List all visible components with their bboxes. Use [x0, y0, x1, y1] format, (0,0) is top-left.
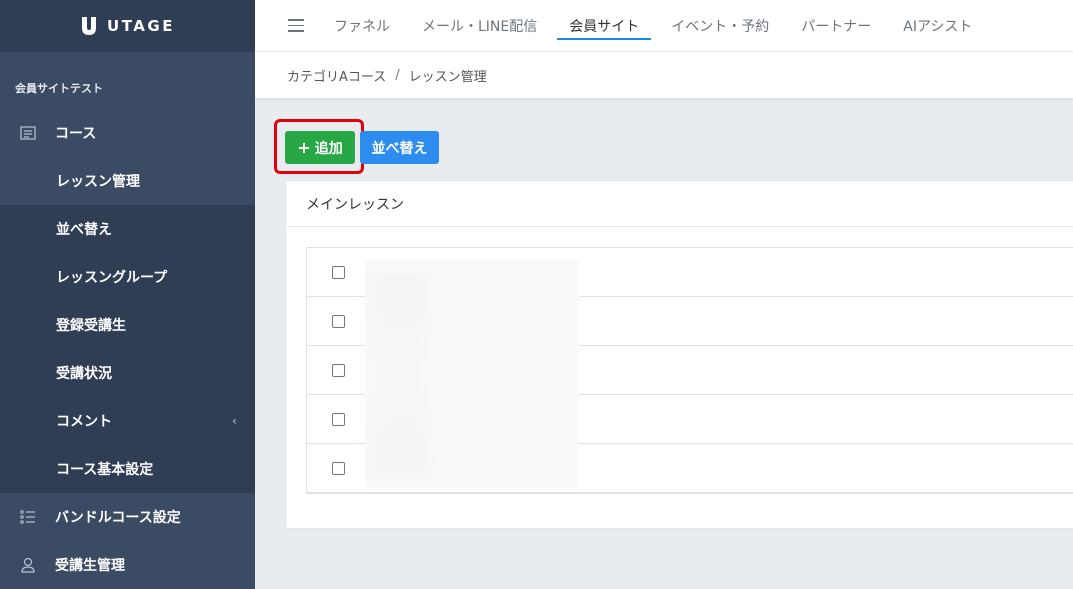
sidebar-item-label: 受講状況 [56, 366, 112, 382]
sidebar-item-student-management[interactable]: 受講生管理 [0, 541, 255, 589]
main-lessons-card: メインレッスン [285, 180, 1073, 529]
plus-icon: + [297, 138, 311, 157]
sidebar-item-lesson-group[interactable]: レッスングループ [0, 253, 255, 301]
sidebar-item-label: レッスン管理 [56, 174, 140, 190]
breadcrumb-parent[interactable]: カテゴリAコース [287, 66, 386, 85]
row-checkbox[interactable] [332, 461, 345, 475]
sidebar-item-registered-students[interactable]: 登録受講生 [0, 301, 255, 349]
sidebar-item-label: バンドルコース設定 [55, 510, 181, 526]
card-title: メインレッスン [286, 181, 1073, 227]
row-checkbox[interactable] [332, 363, 345, 377]
breadcrumb-separator: / [395, 67, 400, 83]
sort-button[interactable]: 並べ替え [360, 131, 439, 164]
sidebar-item-course[interactable]: コース [0, 109, 255, 157]
top-navigation: ファネル メール・LINE配信 会員サイト イベント・予約 パートナー AIアシ… [255, 0, 1073, 52]
sidebar: UTAGE 会員サイトテスト コース レッスン管理 並べ替え レッスングループ … [0, 0, 255, 589]
logo-text: UTAGE [107, 17, 175, 35]
user-icon [18, 557, 38, 573]
site-title: 会員サイトテスト [15, 81, 103, 95]
add-button[interactable]: + 追加 [285, 131, 355, 164]
hamburger-menu-icon[interactable] [288, 19, 304, 32]
document-list-icon [18, 126, 38, 140]
list-icon [18, 510, 38, 524]
tab-funnel[interactable]: ファネル [322, 0, 402, 52]
sidebar-item-label: レッスングループ [56, 270, 168, 286]
sidebar-item-label: 並べ替え [56, 222, 112, 238]
logo[interactable]: UTAGE [0, 0, 255, 52]
sidebar-item-comments[interactable]: コメント ‹ [0, 397, 255, 445]
sidebar-item-label: コメント [56, 414, 112, 430]
sidebar-item-bundle-course[interactable]: バンドルコース設定 [0, 493, 255, 541]
sidebar-item-label: 受講生管理 [55, 558, 125, 574]
tab-partner[interactable]: パートナー [789, 0, 883, 52]
sidebar-item-label: コース [55, 126, 97, 142]
sidebar-item-sort[interactable]: 並べ替え [0, 205, 255, 253]
tab-mail-line[interactable]: メール・LINE配信 [410, 0, 549, 52]
sidebar-item-progress[interactable]: 受講状況 [0, 349, 255, 397]
tab-event-booking[interactable]: イベント・予約 [659, 0, 781, 52]
breadcrumb-current: レッスン管理 [408, 69, 487, 85]
row-checkbox[interactable] [332, 314, 345, 328]
sidebar-item-label: コース基本設定 [56, 462, 154, 478]
sidebar-item-course-settings[interactable]: コース基本設定 [0, 445, 255, 493]
add-button-label: 追加 [314, 140, 343, 157]
row-checkbox[interactable] [332, 412, 345, 426]
row-checkbox[interactable] [332, 265, 345, 279]
tab-member-site[interactable]: 会員サイト [557, 0, 652, 52]
lesson-list [306, 247, 1073, 494]
sidebar-item-lesson-management[interactable]: レッスン管理 [0, 157, 255, 205]
sidebar-item-label: 登録受講生 [56, 318, 126, 334]
tab-ai-assist[interactable]: AIアシスト [891, 0, 984, 52]
utage-logo-icon [82, 17, 97, 35]
chevron-left-icon: ‹ [232, 414, 237, 428]
breadcrumb: カテゴリAコース / レッスン管理 [255, 52, 1073, 99]
redacted-lesson-titles [365, 260, 579, 490]
